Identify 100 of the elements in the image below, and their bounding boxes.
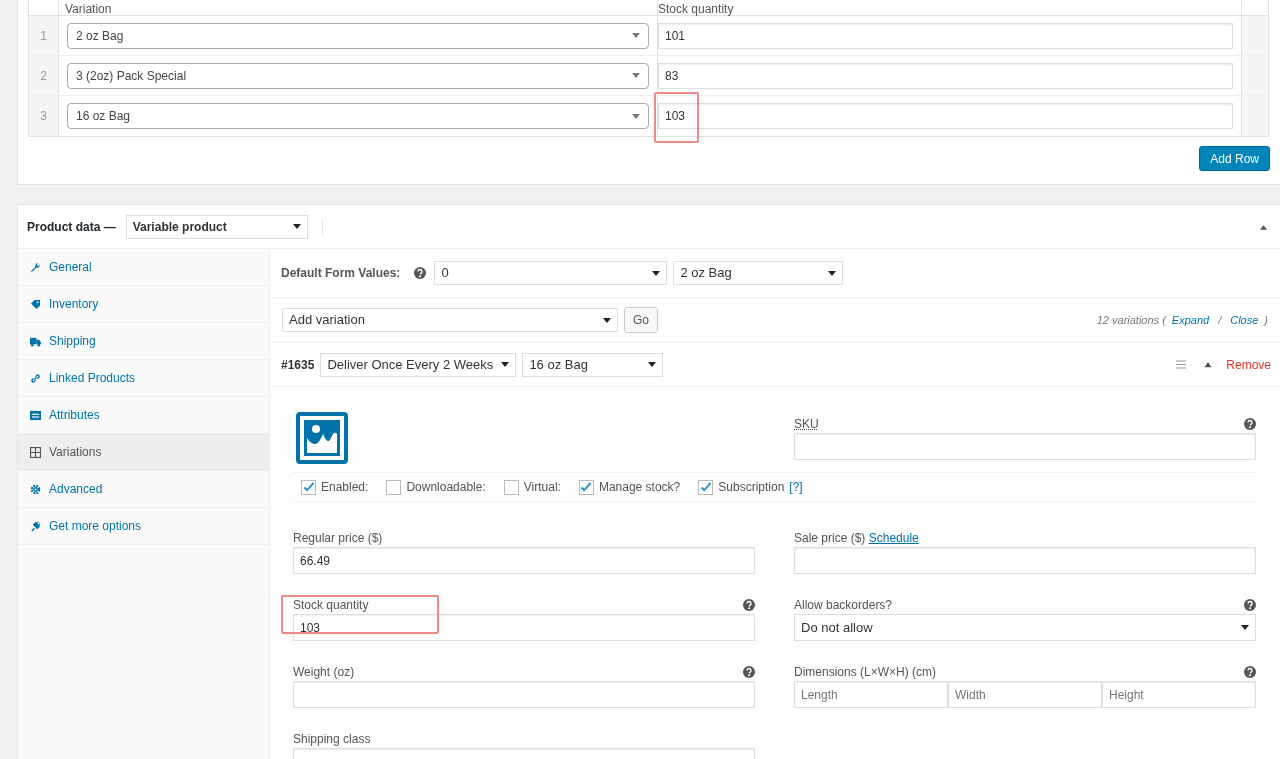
gear-icon	[30, 483, 41, 495]
product-type-select[interactable]: Variable product	[125, 214, 308, 239]
panel-title: Product data —	[27, 218, 116, 236]
caret-icon	[828, 270, 837, 276]
select-value: 16 oz Bag	[529, 355, 588, 374]
check-icon	[302, 481, 315, 493]
help-icon	[743, 599, 755, 611]
attribute-select[interactable]: Deliver Once Every 2 Weeks	[320, 352, 517, 377]
tag-icon	[30, 298, 41, 310]
sidebar-tab[interactable]: Linked Products	[18, 360, 269, 397]
checkbox[interactable]	[578, 479, 594, 495]
checkbox-label: Enabled:	[321, 479, 369, 496]
select-value: 0	[441, 264, 449, 283]
help-icon	[1244, 599, 1256, 611]
caret-icon	[632, 33, 640, 38]
truck-icon	[30, 335, 41, 347]
caret-icon	[632, 73, 640, 78]
help-icon	[1244, 418, 1256, 430]
stock-input[interactable]: 83	[658, 62, 1233, 89]
sidebar-tab[interactable]: Inventory	[18, 286, 269, 323]
checkbox-label: Downloadable:	[406, 479, 486, 496]
select-value: Variable product	[132, 218, 227, 236]
checkbox-label: Manage stock?	[598, 479, 681, 496]
sidebar-tab[interactable]: General	[18, 249, 269, 286]
sidebar-tab[interactable]: Variations	[18, 434, 269, 471]
variation-select[interactable]: 2 oz Bag	[67, 22, 649, 49]
checkbox-label: Virtual:	[523, 479, 561, 496]
row-number: 3	[29, 96, 59, 136]
caret-icon	[603, 317, 611, 323]
field-label: SKU	[794, 416, 819, 433]
column-header: Stock quantity	[658, 2, 734, 16]
row-number: 2	[29, 56, 59, 95]
column-header: Variation	[65, 2, 112, 16]
field-label: Stock quantity	[293, 598, 369, 612]
close-link[interactable]: Close	[1230, 311, 1259, 329]
wrench-icon	[30, 261, 41, 273]
select-value: 2 oz Bag	[76, 27, 124, 45]
check-icon	[580, 481, 593, 493]
backorders-select[interactable]: Do not allow	[794, 614, 1256, 641]
caret-icon	[648, 362, 657, 367]
expand-link[interactable]: Expand	[1171, 311, 1210, 329]
collapse-icon	[1259, 222, 1268, 231]
sku-input[interactable]	[794, 433, 1256, 460]
summary-text: 12 variations (	[1096, 312, 1166, 328]
sidebar-tab[interactable]: Shipping	[18, 323, 269, 360]
variation-id: #1635	[281, 356, 315, 374]
select-value: Add variation	[289, 311, 365, 330]
row-number: 1	[29, 16, 59, 55]
default-value-select[interactable]: 0	[434, 261, 668, 285]
add-row-button[interactable]: Add Row	[1199, 146, 1270, 171]
caret-icon	[652, 270, 661, 276]
plug-icon	[30, 520, 41, 532]
caret-icon	[501, 362, 510, 367]
help-icon	[414, 267, 427, 279]
checkbox[interactable]	[503, 479, 519, 495]
drag-handle-icon	[1176, 360, 1187, 369]
variation-action-select[interactable]: Add variation	[282, 308, 618, 332]
caret-icon	[632, 113, 640, 119]
stock-input[interactable]: 103	[658, 103, 1233, 129]
checkbox[interactable]	[386, 479, 402, 495]
checkbox[interactable]	[698, 479, 714, 495]
select-value: Do not allow	[801, 618, 873, 637]
card-icon	[30, 409, 41, 421]
field-label: Dimensions (L×W×H) (cm)	[794, 665, 937, 679]
text-input[interactable]: 66.49	[293, 547, 755, 574]
caret-icon	[1241, 625, 1249, 630]
field-label: Shipping class	[293, 732, 371, 746]
summary-text: /	[1218, 312, 1222, 328]
summary-text: )	[1264, 312, 1268, 328]
remove-link[interactable]: Remove	[1226, 355, 1271, 374]
grid-icon	[30, 446, 41, 458]
dimension-input[interactable]: Height	[1102, 681, 1256, 708]
variation-select[interactable]: 3 (2oz) Pack Special	[67, 62, 649, 89]
checkbox[interactable]	[301, 479, 316, 495]
stock-input[interactable]: 101	[658, 22, 1233, 49]
sidebar-tab[interactable]: Get more options	[18, 508, 269, 545]
field-label: Weight (oz)	[293, 665, 355, 679]
collapse-icon	[1204, 361, 1213, 368]
default-value-select[interactable]: 2 oz Bag	[673, 261, 844, 285]
schedule-link[interactable]: Schedule	[868, 531, 919, 545]
field-label: Default Form Values:	[281, 265, 401, 282]
checkbox-label: Subscription	[718, 479, 785, 496]
attribute-select[interactable]: 16 oz Bag	[522, 352, 664, 377]
select-value: 16 oz Bag	[76, 108, 131, 125]
select-value: Deliver Once Every 2 Weeks	[327, 355, 494, 374]
field-label: Allow backorders?	[794, 598, 893, 612]
check-icon	[699, 481, 712, 493]
text-input[interactable]	[794, 547, 1256, 574]
help-icon	[743, 666, 755, 678]
go-button[interactable]: Go	[624, 307, 658, 333]
sidebar-tab[interactable]: Advanced	[18, 471, 269, 508]
dimension-input[interactable]: Width	[948, 681, 1102, 708]
dimension-input[interactable]: Length	[794, 681, 948, 708]
text-input[interactable]: 103	[293, 614, 755, 641]
variation-select[interactable]: 16 oz Bag	[67, 103, 649, 129]
select-value: 2 oz Bag	[680, 264, 732, 283]
select-value: 3 (2oz) Pack Special	[76, 67, 187, 85]
help-link[interactable]: [?]	[789, 478, 803, 496]
caret-icon	[292, 224, 301, 229]
text-input[interactable]	[293, 681, 755, 708]
